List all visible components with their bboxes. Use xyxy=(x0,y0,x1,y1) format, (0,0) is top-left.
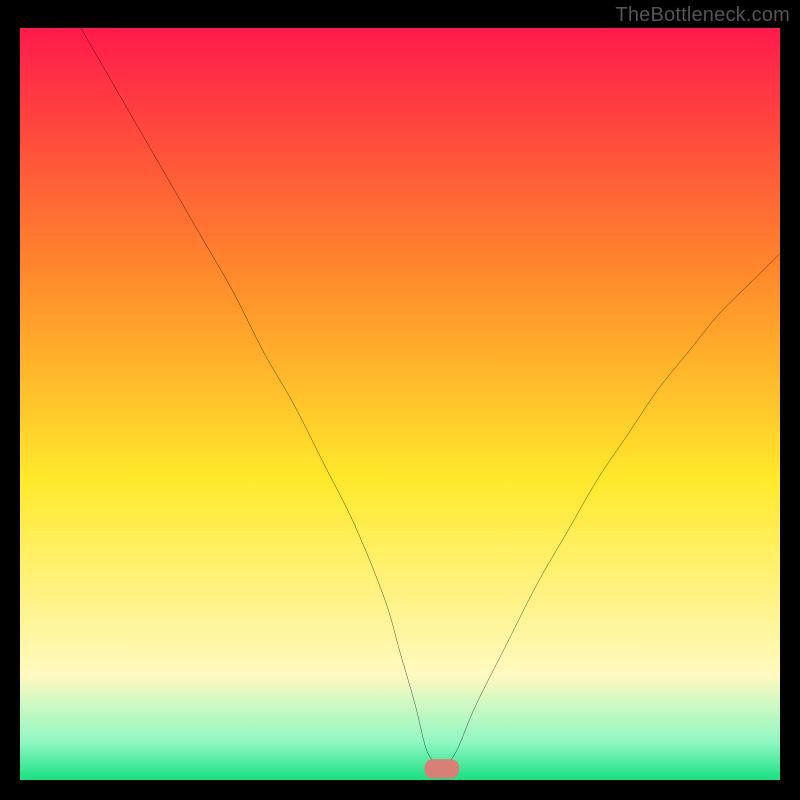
watermark-text: TheBottleneck.com xyxy=(615,4,790,27)
plot-area xyxy=(20,28,780,780)
gradient-background xyxy=(20,28,780,780)
chart-frame: TheBottleneck.com xyxy=(0,0,800,800)
optimal-marker xyxy=(425,760,458,778)
bottleneck-chart-svg xyxy=(20,28,780,780)
